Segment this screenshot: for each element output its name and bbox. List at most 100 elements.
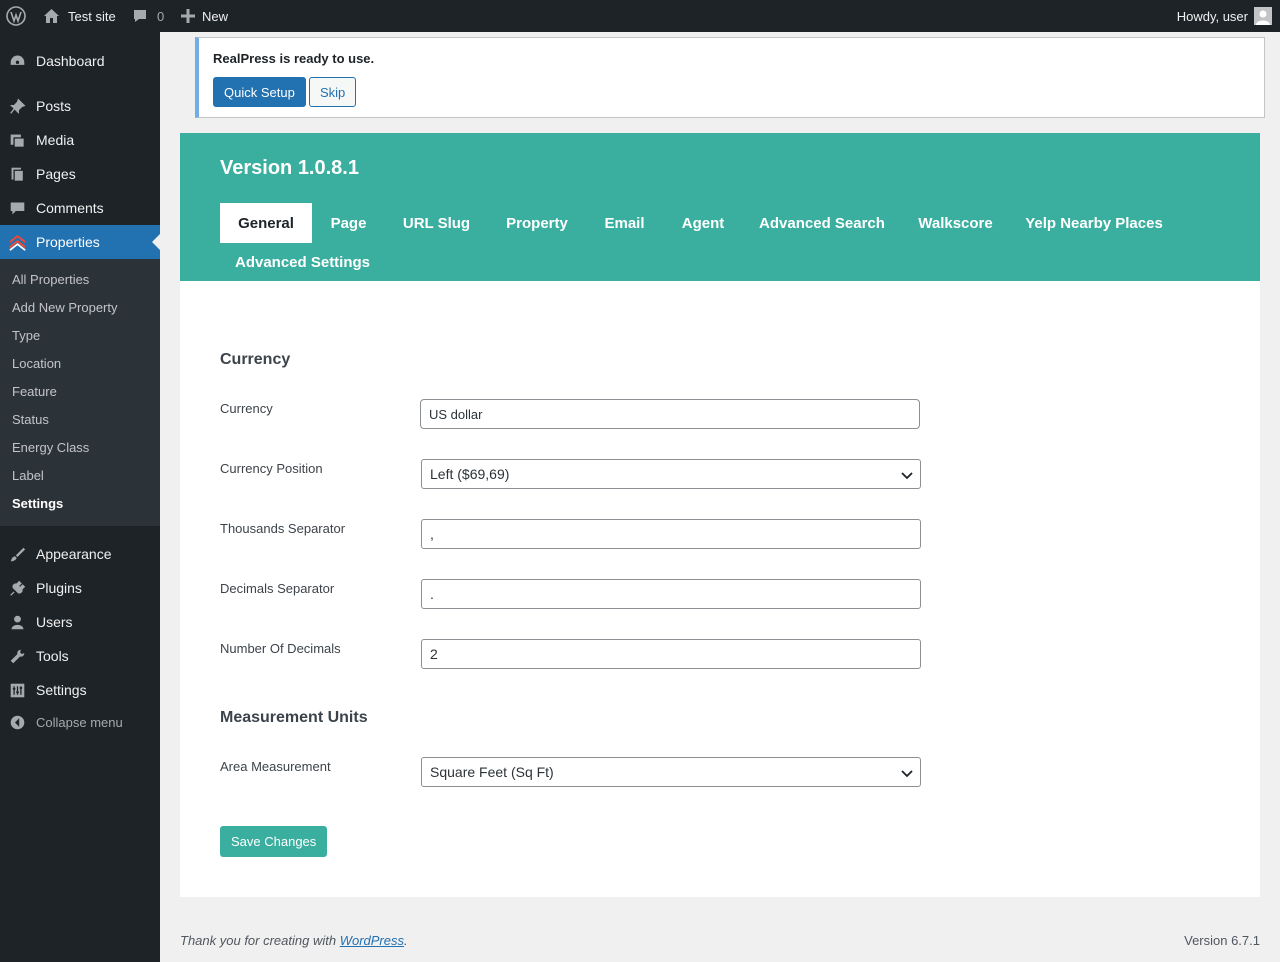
submenu-location[interactable]: Location [12, 356, 61, 371]
area-measurement-select[interactable]: Square Feet (Sq Ft) [421, 757, 921, 787]
measurement-section-title: Measurement Units [220, 709, 368, 726]
sidebar-label: Media [36, 132, 75, 148]
properties-icon [9, 234, 26, 251]
thousands-separator-label: Thousands Separator [220, 521, 346, 536]
area-measurement-label: Area Measurement [220, 759, 331, 774]
notice-message: RealPress is ready to use. [213, 51, 375, 66]
pin-icon [10, 98, 26, 114]
submenu-type[interactable]: Type [12, 328, 40, 343]
submenu-energy-class[interactable]: Energy Class [12, 440, 89, 455]
dashboard-icon [10, 55, 25, 65]
settings-header: Version 1.0.8.1 General Page URL Slug Pr… [180, 133, 1260, 281]
submenu-status[interactable]: Status [12, 412, 49, 427]
footer-thanks: Thank you for creating with WordPress. [180, 933, 408, 948]
home-icon [44, 9, 59, 23]
admin-sidebar: Dashboard Posts Media Pages Comments Pro… [0, 32, 160, 962]
new-content-link[interactable]: New [181, 0, 228, 32]
sidebar-item-dashboard[interactable]: Dashboard [0, 44, 160, 78]
sidebar-label: Dashboard [36, 53, 105, 69]
tab-general[interactable]: General [220, 203, 312, 243]
tab-property[interactable]: Property [488, 203, 586, 243]
number-of-decimals-input[interactable]: 2 [421, 639, 921, 669]
submenu-settings[interactable]: Settings [12, 496, 63, 511]
wrench-icon [10, 649, 25, 664]
currency-section-title: Currency [220, 351, 291, 368]
submenu-label[interactable]: Label [12, 468, 44, 483]
sidebar-label: Comments [36, 200, 104, 216]
collapse-label: Collapse menu [36, 714, 123, 730]
comments-link[interactable]: 0 [132, 0, 164, 32]
sidebar-label: Properties [36, 234, 100, 250]
currency-position-value: Left ($69,69) [430, 466, 510, 482]
chevron-down-icon [901, 770, 913, 778]
area-measurement-value: Square Feet (Sq Ft) [430, 764, 554, 780]
paintbrush-icon [10, 547, 26, 562]
tab-yelp-nearby-places[interactable]: Yelp Nearby Places [1010, 203, 1178, 243]
currency-input[interactable]: US dollar [420, 399, 920, 429]
footer-version: Version 6.7.1 [1184, 933, 1260, 948]
tab-page[interactable]: Page [312, 203, 385, 243]
number-of-decimals-label: Number Of Decimals [220, 641, 341, 656]
sidebar-item-tools[interactable]: Tools [0, 639, 160, 673]
collapse-menu-button[interactable]: Collapse menu [0, 705, 160, 739]
tab-agent[interactable]: Agent [663, 203, 743, 243]
site-name-link[interactable]: Test site [43, 0, 116, 32]
sidebar-item-comments[interactable]: Comments [0, 191, 160, 225]
decimals-separator-label: Decimals Separator [220, 581, 335, 596]
submenu-add-new-property[interactable]: Add New Property [12, 300, 118, 315]
tab-walkscore[interactable]: Walkscore [901, 203, 1010, 243]
sidebar-label: Posts [36, 98, 72, 114]
submenu-all-properties[interactable]: All Properties [12, 272, 89, 287]
comment-icon [10, 202, 25, 215]
sidebar-label: Users [36, 614, 73, 630]
sidebar-item-appearance[interactable]: Appearance [0, 537, 160, 571]
wordpress-link[interactable]: WordPress [340, 933, 404, 948]
footer-thanks-prefix: Thank you for creating with [180, 933, 340, 948]
my-account-link[interactable]: Howdy, user [1177, 0, 1272, 32]
comment-bubble-icon [134, 10, 146, 22]
avatar [1254, 7, 1272, 25]
properties-submenu: All Properties Add New Property Type Loc… [0, 259, 160, 526]
sidebar-item-settings[interactable]: Settings [0, 673, 160, 707]
admin-bar: Test site 0 New Howdy, user [0, 0, 1280, 32]
wordpress-logo-icon[interactable] [6, 0, 26, 32]
skip-button[interactable]: Skip [309, 77, 357, 107]
user-icon [11, 615, 24, 630]
sidebar-item-posts[interactable]: Posts [0, 89, 160, 123]
sidebar-label: Settings [36, 682, 87, 698]
quick-setup-button[interactable]: Quick Setup [213, 77, 306, 107]
submenu-feature[interactable]: Feature [12, 384, 57, 399]
chevron-down-icon [901, 472, 913, 480]
currency-position-label: Currency Position [220, 461, 323, 476]
new-label: New [202, 8, 229, 24]
plus-icon [181, 9, 195, 23]
site-name: Test site [68, 8, 116, 24]
collapse-arrow-icon [10, 715, 25, 730]
plugin-version: Version 1.0.8.1 [220, 157, 359, 179]
sidebar-label: Appearance [36, 546, 112, 562]
tab-advanced-settings[interactable]: Advanced Settings [220, 242, 385, 282]
footer-thanks-suffix: . [404, 933, 408, 948]
decimals-separator-input[interactable]: . [421, 579, 921, 609]
thousands-separator-input[interactable]: , [421, 519, 921, 549]
sidebar-item-users[interactable]: Users [0, 605, 160, 639]
general-settings-panel: Currency Currency US dollar Currency Pos… [180, 281, 1260, 897]
sidebar-label: Tools [36, 648, 69, 664]
comments-count: 0 [157, 8, 165, 24]
sidebar-item-media[interactable]: Media [0, 123, 160, 157]
pages-icon [11, 167, 25, 182]
howdy-text: Howdy, user [1176, 8, 1248, 24]
sidebar-item-pages[interactable]: Pages [0, 157, 160, 191]
tab-advanced-search[interactable]: Advanced Search [743, 203, 901, 243]
save-changes-button[interactable]: Save Changes [220, 826, 328, 857]
plug-icon [10, 580, 26, 596]
setup-notice: RealPress is ready to use. Quick Setup S… [195, 37, 1265, 118]
currency-position-select[interactable]: Left ($69,69) [421, 459, 921, 489]
sidebar-item-plugins[interactable]: Plugins [0, 571, 160, 605]
sidebar-label: Pages [36, 166, 76, 182]
tab-email[interactable]: Email [586, 203, 663, 243]
tab-url-slug[interactable]: URL Slug [385, 203, 488, 243]
sidebar-item-properties[interactable]: Properties [0, 225, 160, 259]
media-icon [10, 134, 25, 148]
sidebar-label: Plugins [36, 580, 82, 596]
